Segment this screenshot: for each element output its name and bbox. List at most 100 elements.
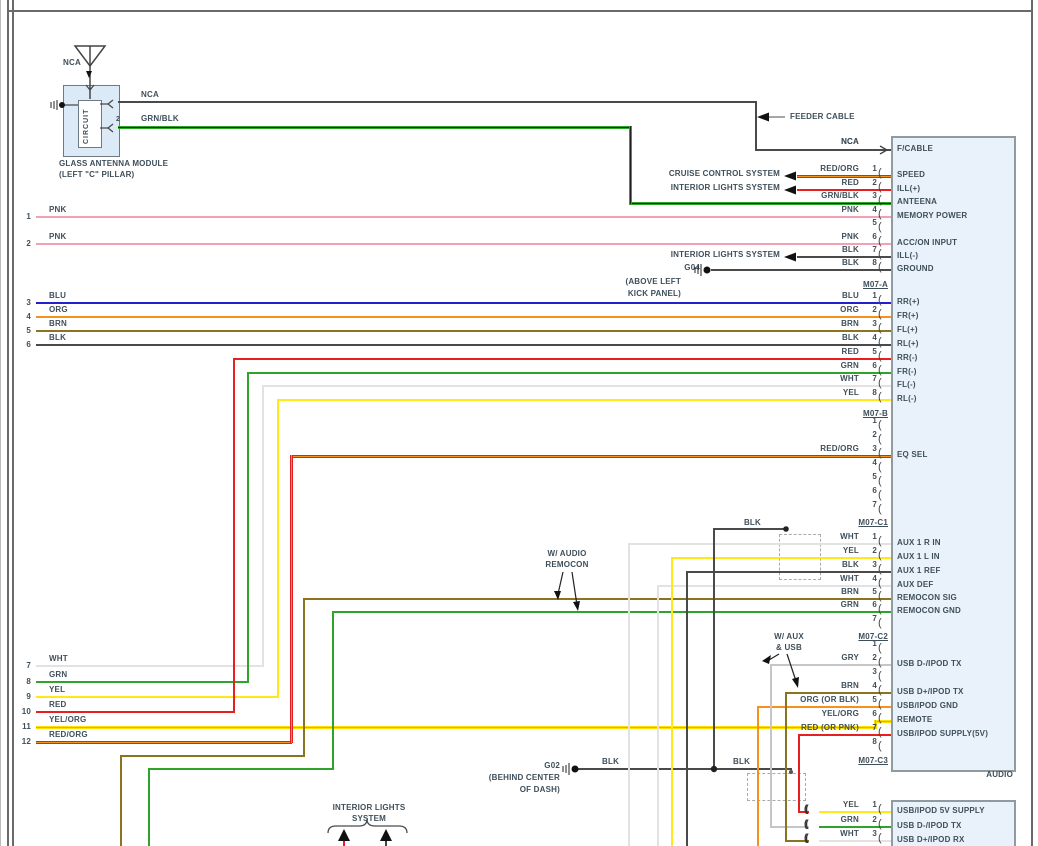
pin-function-label: AUX 1 REF — [897, 566, 941, 575]
connector-bracket: ( — [878, 563, 882, 575]
left-wire-number: 6 — [26, 340, 31, 349]
wiring-diagram-page: CIRCUIT NCA NCA GRN/BLK 2 GLASS ANTENNA … — [0, 0, 1038, 846]
connector-id: M07-C3 — [858, 756, 888, 765]
pin-wire-label: GRN — [840, 361, 859, 370]
connector-bracket: ( — [878, 261, 882, 273]
pin-function-label: REMOCON GND — [897, 606, 961, 615]
pin-function-label: USB/IPOD SUPPLY(5V) — [897, 729, 989, 738]
wire-segment — [757, 706, 759, 846]
g04-label: G04 — [684, 263, 700, 272]
wire-segment — [277, 399, 891, 401]
left-wire-color-label: YEL — [49, 685, 66, 694]
wire-segment — [36, 216, 891, 218]
connector-bracket: ( — [878, 535, 882, 547]
connector-bracket: ( — [878, 740, 882, 752]
left-wire-number: 2 — [26, 239, 31, 248]
pin-wire-label: YEL — [842, 800, 859, 809]
pin-function-label: REMOCON SIG — [897, 593, 957, 602]
pin-wire-label: YEL — [842, 388, 859, 397]
g02-wire-blk-label-2: BLK — [733, 757, 751, 766]
pin-number: 1 — [872, 291, 877, 300]
interior-lights-up-arrows — [338, 829, 392, 846]
wire-segment — [233, 358, 891, 360]
w-aux-usb-line1: W/ AUX — [774, 632, 804, 641]
pin-function-label: AUX DEF — [897, 580, 934, 589]
connector-bracket: ( — [878, 235, 882, 247]
pin-number: 5 — [872, 587, 877, 596]
g04-location-line1: (ABOVE LEFT — [625, 277, 681, 286]
pin-wire-label: GRN — [840, 600, 859, 609]
w-audio-remocon-line2: REMOCON — [545, 560, 589, 569]
wire-segment — [148, 768, 334, 770]
pin-number: 8 — [872, 388, 877, 397]
pin-wire-label: BLK — [841, 560, 859, 569]
connector-bracket: ( — [878, 489, 882, 501]
wire-segment — [36, 316, 891, 318]
pin-number: 7 — [872, 723, 877, 732]
wire-segment — [785, 692, 891, 694]
wire-segment — [770, 664, 891, 666]
connector-bracket: ( — [878, 433, 882, 445]
pin-wire-label: GRN — [840, 815, 859, 824]
pin-function-label: FL(-) — [897, 380, 916, 389]
feeder-cable-label: FEEDER CABLE — [790, 112, 855, 121]
wire-segment — [755, 101, 757, 151]
pin-wire-label: BLK — [841, 333, 859, 342]
wire-segment — [332, 611, 334, 770]
wire-segment — [713, 528, 787, 530]
wire-segment — [36, 302, 891, 304]
w-aux-arrows — [762, 653, 799, 688]
left-wire-color-label: RED/ORG — [49, 730, 88, 739]
pin-wire-label: RED (OR PNK) — [801, 723, 859, 732]
audio-unit-name: AUDIO — [986, 770, 1013, 779]
pin-number: 5 — [872, 472, 877, 481]
connector-bracket: ( — [878, 726, 882, 738]
left-wire-number: 7 — [26, 661, 31, 670]
connector-bracket: ( — [878, 698, 882, 710]
pin-wire-label: RED — [841, 178, 859, 187]
connector-id: M07-C1 — [858, 518, 888, 527]
pin-wire-label: WHT — [840, 829, 859, 838]
wire-segment — [36, 681, 249, 683]
pin-wire-label: ORG — [840, 305, 859, 314]
left-wire-number: 5 — [26, 326, 31, 335]
pin-number: 3 — [872, 191, 877, 200]
wire-segment — [36, 696, 279, 698]
interior-lights-bottom-line1: INTERIOR LIGHTS — [332, 803, 406, 812]
pin-wire-label: PNK — [841, 205, 859, 214]
wire-segment — [120, 755, 122, 846]
cruise-arrow-icon — [784, 171, 796, 181]
wire-segment — [118, 126, 631, 129]
connector-bracket: ( — [878, 670, 882, 682]
wire-segment — [36, 344, 891, 346]
pin-function-label: FR(-) — [897, 367, 917, 376]
left-wire-number: 3 — [26, 298, 31, 307]
page-border-left-outer — [7, 0, 9, 846]
pin-number: 3 — [872, 667, 877, 676]
wire-segment — [120, 755, 305, 757]
pin-function-label: ACC/ON INPUT — [897, 238, 958, 247]
connector-bracket: ( — [878, 294, 882, 306]
g02-location-line2: OF DASH) — [519, 785, 560, 794]
left-wire-color-label: BLU — [49, 291, 67, 300]
connector-bracket: ( — [878, 248, 882, 260]
pin-number: 2 — [872, 546, 877, 555]
wire-segment — [628, 543, 891, 545]
pin-wire-label: RED/ORG — [820, 164, 859, 173]
connector-bracket: ( — [878, 656, 882, 668]
left-wire-color-label: BLK — [49, 333, 67, 342]
left-wire-number: 11 — [22, 722, 31, 731]
connector-bracket: ( — [878, 181, 882, 193]
pin-function-label: FR(+) — [897, 311, 919, 320]
feeder-cable-arrow-icon — [757, 112, 785, 122]
pin-wire-label: WHT — [840, 374, 859, 383]
connector-bracket: ( — [878, 803, 882, 815]
connector-bracket: ( — [878, 194, 882, 206]
connector-bracket: ( — [878, 461, 882, 473]
pin-number: 4 — [872, 333, 877, 342]
wire-segment — [36, 243, 891, 245]
wire-segment — [628, 543, 630, 846]
pin-number: 5 — [872, 218, 877, 227]
pin-function-label: REMOTE — [897, 715, 933, 724]
pin-function-label: USB D-/IPOD TX — [897, 821, 962, 830]
